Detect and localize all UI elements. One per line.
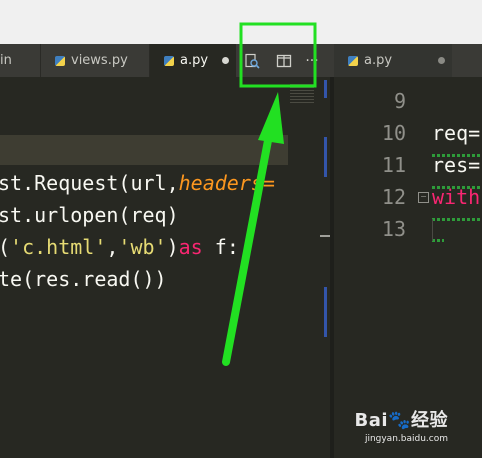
lint-squiggle (432, 154, 482, 157)
modified-dot-icon[interactable] (222, 57, 230, 64)
watermark: Bai🐾经验 jingyan.baidu.com (355, 406, 448, 444)
python-file-icon (55, 55, 65, 66)
watermark-logo: Bai🐾经验 (354, 410, 448, 431)
tab-a-py-right-pane[interactable]: a.py (334, 44, 452, 77)
tab-separator (149, 44, 150, 77)
code-token: as (178, 235, 203, 259)
code-token: req= (432, 121, 481, 145)
code-token: te(res.read()) (0, 267, 167, 291)
tab-label: a.py (180, 53, 209, 68)
code-token: ( (0, 235, 10, 259)
tab-label: a.py (364, 53, 393, 68)
code-line[interactable]: st.Request(url,headers= (0, 171, 275, 195)
modified-dot-icon[interactable] (438, 57, 446, 64)
line-number: 10 (381, 121, 406, 145)
current-line-highlight (0, 135, 288, 165)
code-token: , (106, 235, 119, 259)
tab-label: views.py (71, 53, 128, 68)
line-number: 13 (381, 217, 406, 241)
more-actions-icon[interactable]: ··· (300, 49, 324, 73)
code-token: ) (166, 235, 179, 259)
code-token: 'wb' (118, 235, 167, 259)
line-number: 11 (381, 153, 406, 177)
python-file-icon (348, 55, 358, 66)
tab-a-py[interactable]: a.py (150, 44, 236, 77)
watermark-url: jingyan.baidu.com (364, 434, 448, 444)
right-editor[interactable]: 9 10 req= 11 res= 12 with 13 − (334, 77, 482, 458)
code-line[interactable]: req= (432, 121, 480, 145)
tab-separator (40, 44, 41, 77)
lint-squiggle (432, 239, 444, 242)
line-number: 9 (393, 89, 406, 113)
tab-views-py[interactable]: views.py (41, 44, 149, 77)
open-changes-icon[interactable] (240, 49, 264, 73)
lint-squiggle (432, 186, 482, 189)
minimap[interactable] (288, 77, 330, 458)
tab-label: in (0, 53, 12, 68)
tab-in[interactable]: in (0, 44, 40, 77)
split-editor-icon[interactable] (272, 49, 296, 73)
code-line[interactable]: st.urlopen(req) (0, 203, 179, 227)
code-token: st.urlopen(req) (0, 203, 179, 227)
code-line[interactable]: ('c.html','wb')as f: (0, 235, 239, 259)
window-top-strip (0, 0, 482, 44)
code-token: 'c.html' (10, 235, 107, 259)
editor-actions: ··· (240, 44, 324, 77)
code-line[interactable]: te(res.read()) (0, 267, 167, 291)
line-number: 12 (381, 185, 406, 209)
python-file-icon (164, 55, 174, 66)
code-token: st.Request(url, (0, 171, 179, 195)
code-token: headers= (178, 171, 275, 195)
lint-squiggle (432, 218, 482, 221)
code-token: f: (202, 235, 239, 259)
indent-guide (432, 219, 433, 241)
fold-toggle-icon[interactable]: − (418, 192, 429, 203)
